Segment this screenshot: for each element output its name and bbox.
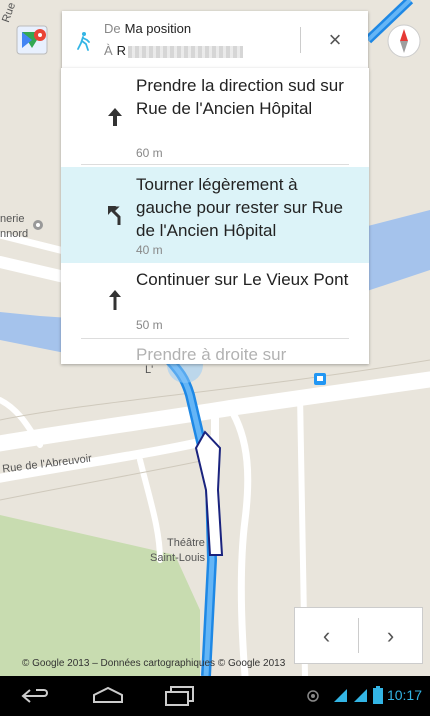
step-text: Continuer sur Le Vieux Pont [136, 270, 349, 289]
origin-row[interactable]: De Ma position [104, 21, 191, 36]
wifi-icon [354, 689, 367, 702]
walking-person-icon [77, 32, 90, 51]
destination-prefix: À [104, 43, 113, 58]
home-icon[interactable] [90, 686, 126, 706]
step-text: Prendre à droite sur [136, 345, 287, 364]
compass-icon[interactable] [387, 24, 421, 58]
step-divider [81, 338, 349, 339]
directions-card: De Ma position ÀR × [62, 11, 368, 68]
step-distance: 60 m [136, 146, 163, 160]
destination-row[interactable]: ÀR [104, 43, 244, 58]
step-distance: 50 m [136, 318, 163, 332]
system-bar: 10:17 [0, 676, 430, 716]
google-maps-logo[interactable] [16, 25, 48, 55]
origin-prefix: De [104, 21, 121, 36]
map-label-river: L' [145, 364, 154, 376]
direction-step[interactable]: Continuer sur Le Vieux Pont 50 m [61, 264, 369, 339]
step-navigation: ‹ › [294, 607, 423, 664]
map-label-theatre: Théâtre [167, 537, 205, 549]
step-text: Prendre la direction sud sur Rue de l'An… [136, 76, 344, 118]
back-icon[interactable] [20, 686, 52, 706]
next-step-button[interactable]: › [359, 608, 422, 663]
map-label-theatre: Saint-Louis [150, 552, 206, 564]
straight-arrow-icon [109, 290, 121, 310]
directions-step-list[interactable]: Prendre la direction sud sur Rue de l'An… [61, 68, 369, 364]
map-label-place: nerie [0, 213, 25, 225]
copyright-text: © Google 2013 – Données cartographiques … [22, 658, 286, 669]
battery-icon [373, 686, 383, 704]
close-button[interactable]: × [318, 25, 352, 55]
step-distance: 40 m [136, 243, 163, 257]
straight-arrow-icon [108, 108, 122, 126]
direction-step[interactable]: Prendre la direction sud sur Rue de l'An… [61, 68, 369, 165]
signal-icon [334, 689, 347, 702]
map-label-place: nnord [0, 228, 29, 240]
slight-left-arrow-icon [108, 206, 121, 225]
direction-step-active[interactable]: Tourner légèrement à gauche pour rester … [61, 167, 369, 263]
clock: 10:17 [386, 687, 422, 703]
direction-step[interactable]: Prendre à droite sur [61, 341, 369, 364]
destination-value: R [116, 43, 127, 58]
step-divider [81, 164, 349, 165]
gps-icon [307, 690, 319, 702]
recent-apps-icon[interactable] [163, 685, 197, 707]
card-divider [300, 27, 301, 53]
redacted-address [128, 45, 244, 58]
step-text: Tourner légèrement à gauche pour rester … [136, 175, 343, 240]
previous-step-button[interactable]: ‹ [295, 608, 358, 663]
origin-value: Ma position [124, 21, 192, 36]
